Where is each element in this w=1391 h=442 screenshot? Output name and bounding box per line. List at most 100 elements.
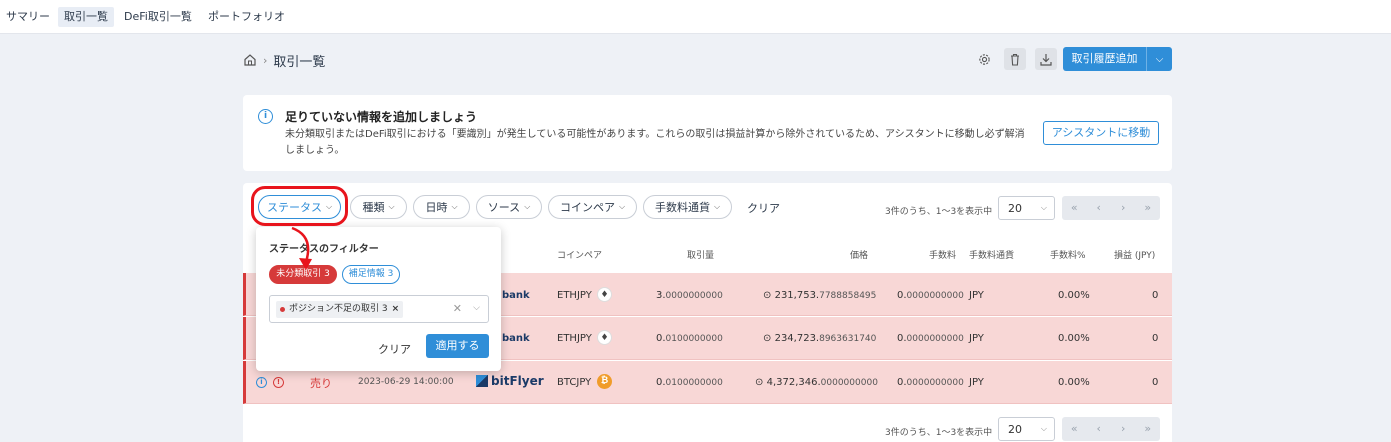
warning-icon[interactable]: ! — [273, 377, 284, 388]
row-amount: 0.0100000000 — [656, 333, 723, 344]
filter-kind-label: 種類 — [362, 201, 385, 214]
chevron-down-icon[interactable]: ⌵ — [473, 303, 480, 313]
row-fee-percent: 0.00% — [1058, 333, 1090, 344]
info-icon[interactable]: i — [256, 377, 267, 388]
row-fee: 0.0000000000 — [897, 377, 964, 388]
header-price: 価格 — [850, 251, 869, 261]
chevron-down-icon: ⌵ — [618, 202, 626, 211]
bitcoin-icon: ₿ — [597, 374, 612, 389]
last-page-button[interactable]: » — [1136, 417, 1161, 441]
breadcrumb-separator: › — [263, 53, 268, 67]
tab-transactions[interactable]: 取引一覧 — [58, 7, 114, 27]
clock-icon: ⊙ — [755, 377, 764, 388]
row-fee-percent: 0.00% — [1058, 290, 1090, 301]
last-page-button[interactable]: » — [1136, 196, 1161, 220]
clear-selection-icon[interactable]: ✕ — [453, 302, 462, 315]
pill-supplement[interactable]: 補足情報 3 — [342, 265, 400, 284]
chevron-down-icon: ⌵ — [451, 202, 458, 211]
row-pnl: 0 — [1152, 290, 1159, 301]
pager-bottom: « ‹ › » — [1062, 417, 1160, 441]
row-pnl: 0 — [1152, 377, 1159, 388]
chevron-down-icon: ⌵ — [713, 202, 721, 211]
pagination-info-bottom: 3件のうち、1～3を表示中 — [885, 428, 993, 438]
tab-summary[interactable]: サマリー — [0, 7, 56, 27]
per-page-value: 20 — [1008, 423, 1022, 436]
row-fee-currency: JPY — [969, 333, 984, 344]
header-pnl: 損益 (JPY) — [1114, 251, 1156, 261]
pager: « ‹ › » — [1062, 196, 1160, 220]
row-price: ⊙ 4,372,346.0000000000 — [755, 377, 878, 388]
filter-datetime-label: 日時 — [425, 201, 448, 214]
row-price: ⊙ 231,753.7788858495 — [763, 290, 877, 301]
breadcrumb: › 取引一覧 — [243, 50, 325, 70]
go-to-assistant-button[interactable]: アシスタントに移動 — [1043, 121, 1159, 145]
dropdown-title: ステータスのフィルター — [269, 244, 379, 255]
row-side: 売り — [310, 377, 332, 390]
prev-page-button[interactable]: ‹ — [1087, 196, 1112, 220]
clock-icon: ⊙ — [763, 333, 772, 344]
pagination-info: 3件のうち、1～3を表示中 — [885, 207, 993, 217]
annotation-highlight — [251, 186, 348, 226]
prev-page-button[interactable]: ‹ — [1087, 417, 1112, 441]
annotation-arrow-icon — [291, 226, 312, 270]
row-amount: 0.0100000000 — [656, 377, 723, 388]
source-logo: bank — [502, 333, 530, 344]
row-fee-currency: JPY — [969, 290, 984, 301]
next-page-button[interactable]: › — [1111, 417, 1136, 441]
chevron-down-icon: ⌵ — [1040, 203, 1047, 212]
ethereum-icon: ♦ — [597, 287, 612, 302]
chevron-down-icon: ⌵ — [388, 202, 395, 211]
delete-button[interactable] — [1004, 48, 1026, 70]
next-page-button[interactable]: › — [1111, 196, 1136, 220]
tab-defi-transactions[interactable]: DeFi取引一覧 — [118, 7, 198, 27]
row-pair: ETHJPY — [557, 333, 592, 344]
missing-info-notice: i 足りていない情報を追加しましょう 未分類取引またはDeFi取引における「要識… — [243, 95, 1172, 171]
row-fee-percent: 0.00% — [1058, 377, 1090, 388]
row-fee-currency: JPY — [969, 377, 984, 388]
filter-fee-currency[interactable]: 手数料通貨 ⌵ — [643, 195, 732, 219]
per-page-value: 20 — [1008, 202, 1022, 215]
add-transaction-label: 取引履歴追加 — [1063, 47, 1147, 71]
header-coin-pair: コインペア — [557, 251, 603, 261]
add-transaction-button[interactable]: 取引履歴追加 ⌵ — [1063, 47, 1172, 71]
filter-clear-link[interactable]: クリア — [747, 200, 780, 216]
chevron-down-icon[interactable]: ⌵ — [1147, 54, 1172, 65]
status-multiselect[interactable]: ポジション不足の取引 3 × ✕ ⌵ — [269, 295, 489, 323]
settings-button[interactable] — [973, 48, 995, 70]
remove-tag-icon[interactable]: × — [392, 301, 400, 318]
info-icon: i — [258, 109, 273, 124]
trash-icon — [1011, 53, 1019, 66]
header-fee-percent: 手数料% — [1050, 251, 1086, 261]
source-logo: bank — [502, 290, 530, 301]
filter-coin-pair-label: コインペア — [559, 201, 615, 214]
filter-datetime[interactable]: 日時 ⌵ — [413, 195, 470, 219]
filter-coin-pair[interactable]: コインペア ⌵ — [548, 195, 637, 219]
download-button[interactable] — [1035, 48, 1057, 70]
row-pair: BTCJPY — [557, 377, 592, 388]
row-date: 2023-06-29 14:00:00 — [358, 377, 454, 387]
row-fee: 0.0000000000 — [897, 290, 964, 301]
chevron-down-icon: ⌵ — [524, 202, 531, 211]
header-fee-currency: 手数料通貨 — [969, 251, 1015, 261]
filter-source[interactable]: ソース ⌵ — [476, 195, 542, 219]
row-pair: ETHJPY — [557, 290, 592, 301]
top-nav: サマリー 取引一覧 DeFi取引一覧 ポートフォリオ — [0, 0, 1391, 34]
row-fee: 0.0000000000 — [897, 333, 964, 344]
clock-icon: ⊙ — [763, 290, 772, 301]
filter-fee-currency-label: 手数料通貨 — [654, 201, 710, 214]
filter-kind[interactable]: 種類 ⌵ — [350, 195, 407, 219]
per-page-select[interactable]: 20 ⌵ — [998, 196, 1055, 220]
first-page-button[interactable]: « — [1062, 417, 1087, 441]
row-amount: 3.0000000000 — [656, 290, 723, 301]
dropdown-clear-button[interactable]: クリア — [378, 341, 411, 357]
notice-title: 足りていない情報を追加しましょう — [285, 110, 478, 124]
dropdown-apply-button[interactable]: 適用する — [426, 334, 489, 358]
first-page-button[interactable]: « — [1062, 196, 1087, 220]
row-pnl: 0 — [1152, 333, 1159, 344]
download-icon — [1040, 53, 1052, 66]
notice-body: 未分類取引またはDeFi取引における「要識別」が発生している可能性があります。こ… — [285, 129, 1025, 156]
tab-portfolio[interactable]: ポートフォリオ — [202, 7, 291, 27]
home-icon[interactable] — [243, 53, 257, 67]
ethereum-icon: ♦ — [597, 330, 612, 345]
per-page-select-bottom[interactable]: 20 ⌵ — [998, 417, 1055, 441]
